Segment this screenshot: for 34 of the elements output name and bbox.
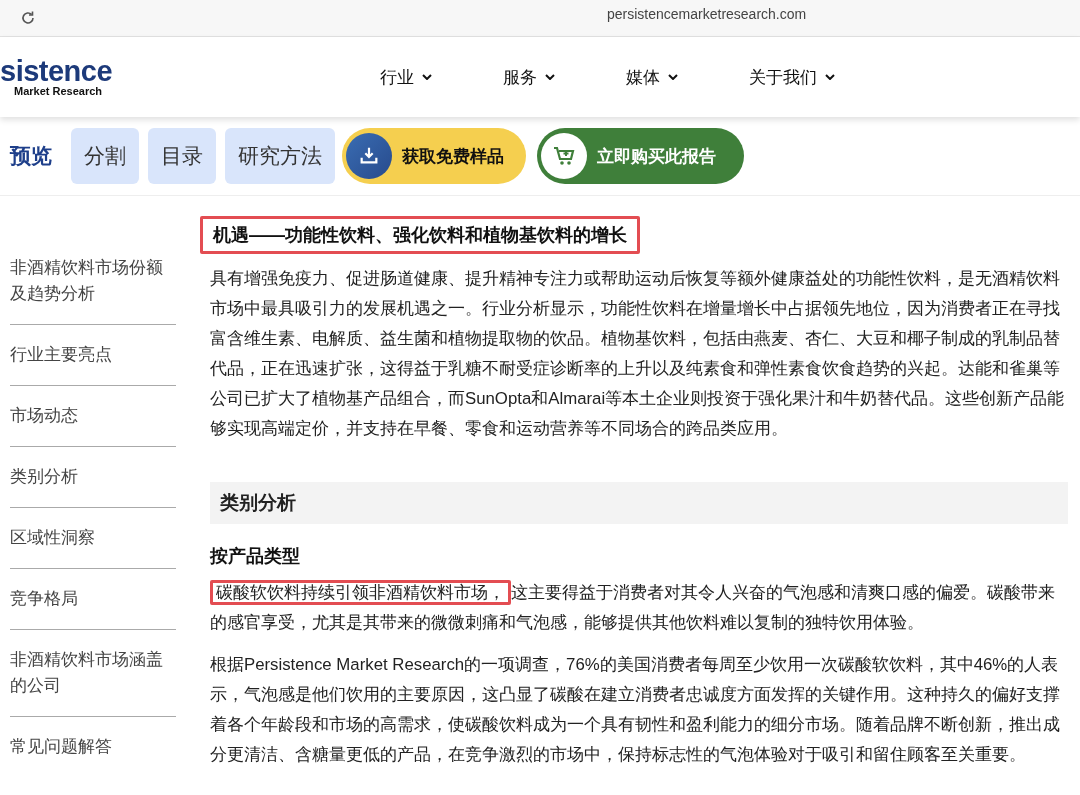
free-sample-button[interactable]: 获取免费样品 [342,128,526,184]
sidebar-link[interactable]: 常见问题解答 [10,717,176,777]
section-tab[interactable]: 目录 [148,128,216,184]
address-url[interactable]: persistencemarketresearch.com [607,6,807,22]
sidebar-link[interactable]: 类别分析 [10,447,176,508]
reload-icon[interactable] [20,10,36,26]
chevron-down-icon [422,74,432,80]
section-tab[interactable]: 分割 [71,128,139,184]
section-tab[interactable]: 预览 [0,128,62,184]
nav-menu-item[interactable]: 媒体 [626,65,749,89]
section-title: 类别分析 [210,482,1068,524]
download-icon [358,145,380,167]
sidebar-link[interactable]: 市场动态 [10,386,176,447]
body-paragraph: 根据Persistence Market Research的一项调查，76%的美国消费者每周至少饮用一次碳酸软饮料，其中46%的人表示，气泡感是他们饮用的主要原因，这凸显了碳酸在建立消费者忠诚度方面发挥的关键作用。这种持久的偏好支撑着各个年龄段和市场的高需求，使碳酸饮料成为一个具有韧性和盈利能力的细分市场。随着品牌不断创新，推出成分更清洁、含糖量更低的产品，在竞争激烈的市场中，保持标志性的气泡体验对于吸引和留住顾客至关重要。 [210,654,1061,766]
sidebar-link[interactable]: 竞争格局 [10,569,176,630]
nav-menu-item[interactable]: 服务 [503,65,626,89]
buy-report-button[interactable]: 立即购买此报告 [537,128,744,184]
logo-tagline[interactable]: Market Research [14,85,103,97]
chevron-down-icon [545,74,555,80]
chevron-down-icon [668,74,678,80]
body-paragraph: 具有增强免疫力、促进肠道健康、提升精神专注力或帮助运动后恢复等额外健康益处的功能性饮料，是无酒精饮料市场中最具吸引力的发展机遇之一。行业分析显示，功能性饮料在增量增长中占据领先地位，因为消费者正在寻找富含维生素、电解质、益生菌和植物提取物的饮品。植物基饮料，包括由燕麦、杏仁、大豆和椰子制成的乳制品替代品，正在迅速扩张，这得益于乳糖不耐受症诊断率的上升以及纯素食和弹性素食饮食趋势的兴起。达能和雀巢等公司已扩大了植物基产品组合，而SunOpta和Almarai等本土企业则投资于强化果汁和牛奶替代品。这些创新产品能够实现高端定价，并支持在早餐、零食和运动营养等不同场合的跨品类应用。 [210,268,1066,440]
nav-menu-item[interactable]: 关于我们 [749,65,872,89]
nav-menu-item[interactable]: 行业 [380,65,503,89]
subheading: 按产品类型 [210,545,301,568]
sidebar-link[interactable]: 区域性洞察 [10,508,176,569]
section-heading: 机遇——功能性饮料、强化饮料和植物基饮料的增长 [200,216,640,254]
section-tab[interactable]: 研究方法 [225,128,335,184]
cart-icon [552,144,576,168]
sidebar-link[interactable]: 非酒精饮料市场份额及趋势分析 [10,246,176,325]
body-paragraph: 碳酸软饮料持续引领非酒精饮料市场， 这主要得益于消费者对其令人兴奋的气泡感和清爽口感的偏爱。碳酸带来的感官享受，尤其是其带来的微微刺痛和气泡感，能够提供其他饮料难以复制的独特饮用体验。 [210,578,1068,638]
chevron-down-icon [825,74,835,80]
logo-wordmark[interactable]: sistence [0,57,113,85]
sidebar-link[interactable]: 非酒精饮料市场涵盖的公司 [10,630,176,717]
sidebar-link[interactable]: 行业主要亮点 [10,325,176,386]
